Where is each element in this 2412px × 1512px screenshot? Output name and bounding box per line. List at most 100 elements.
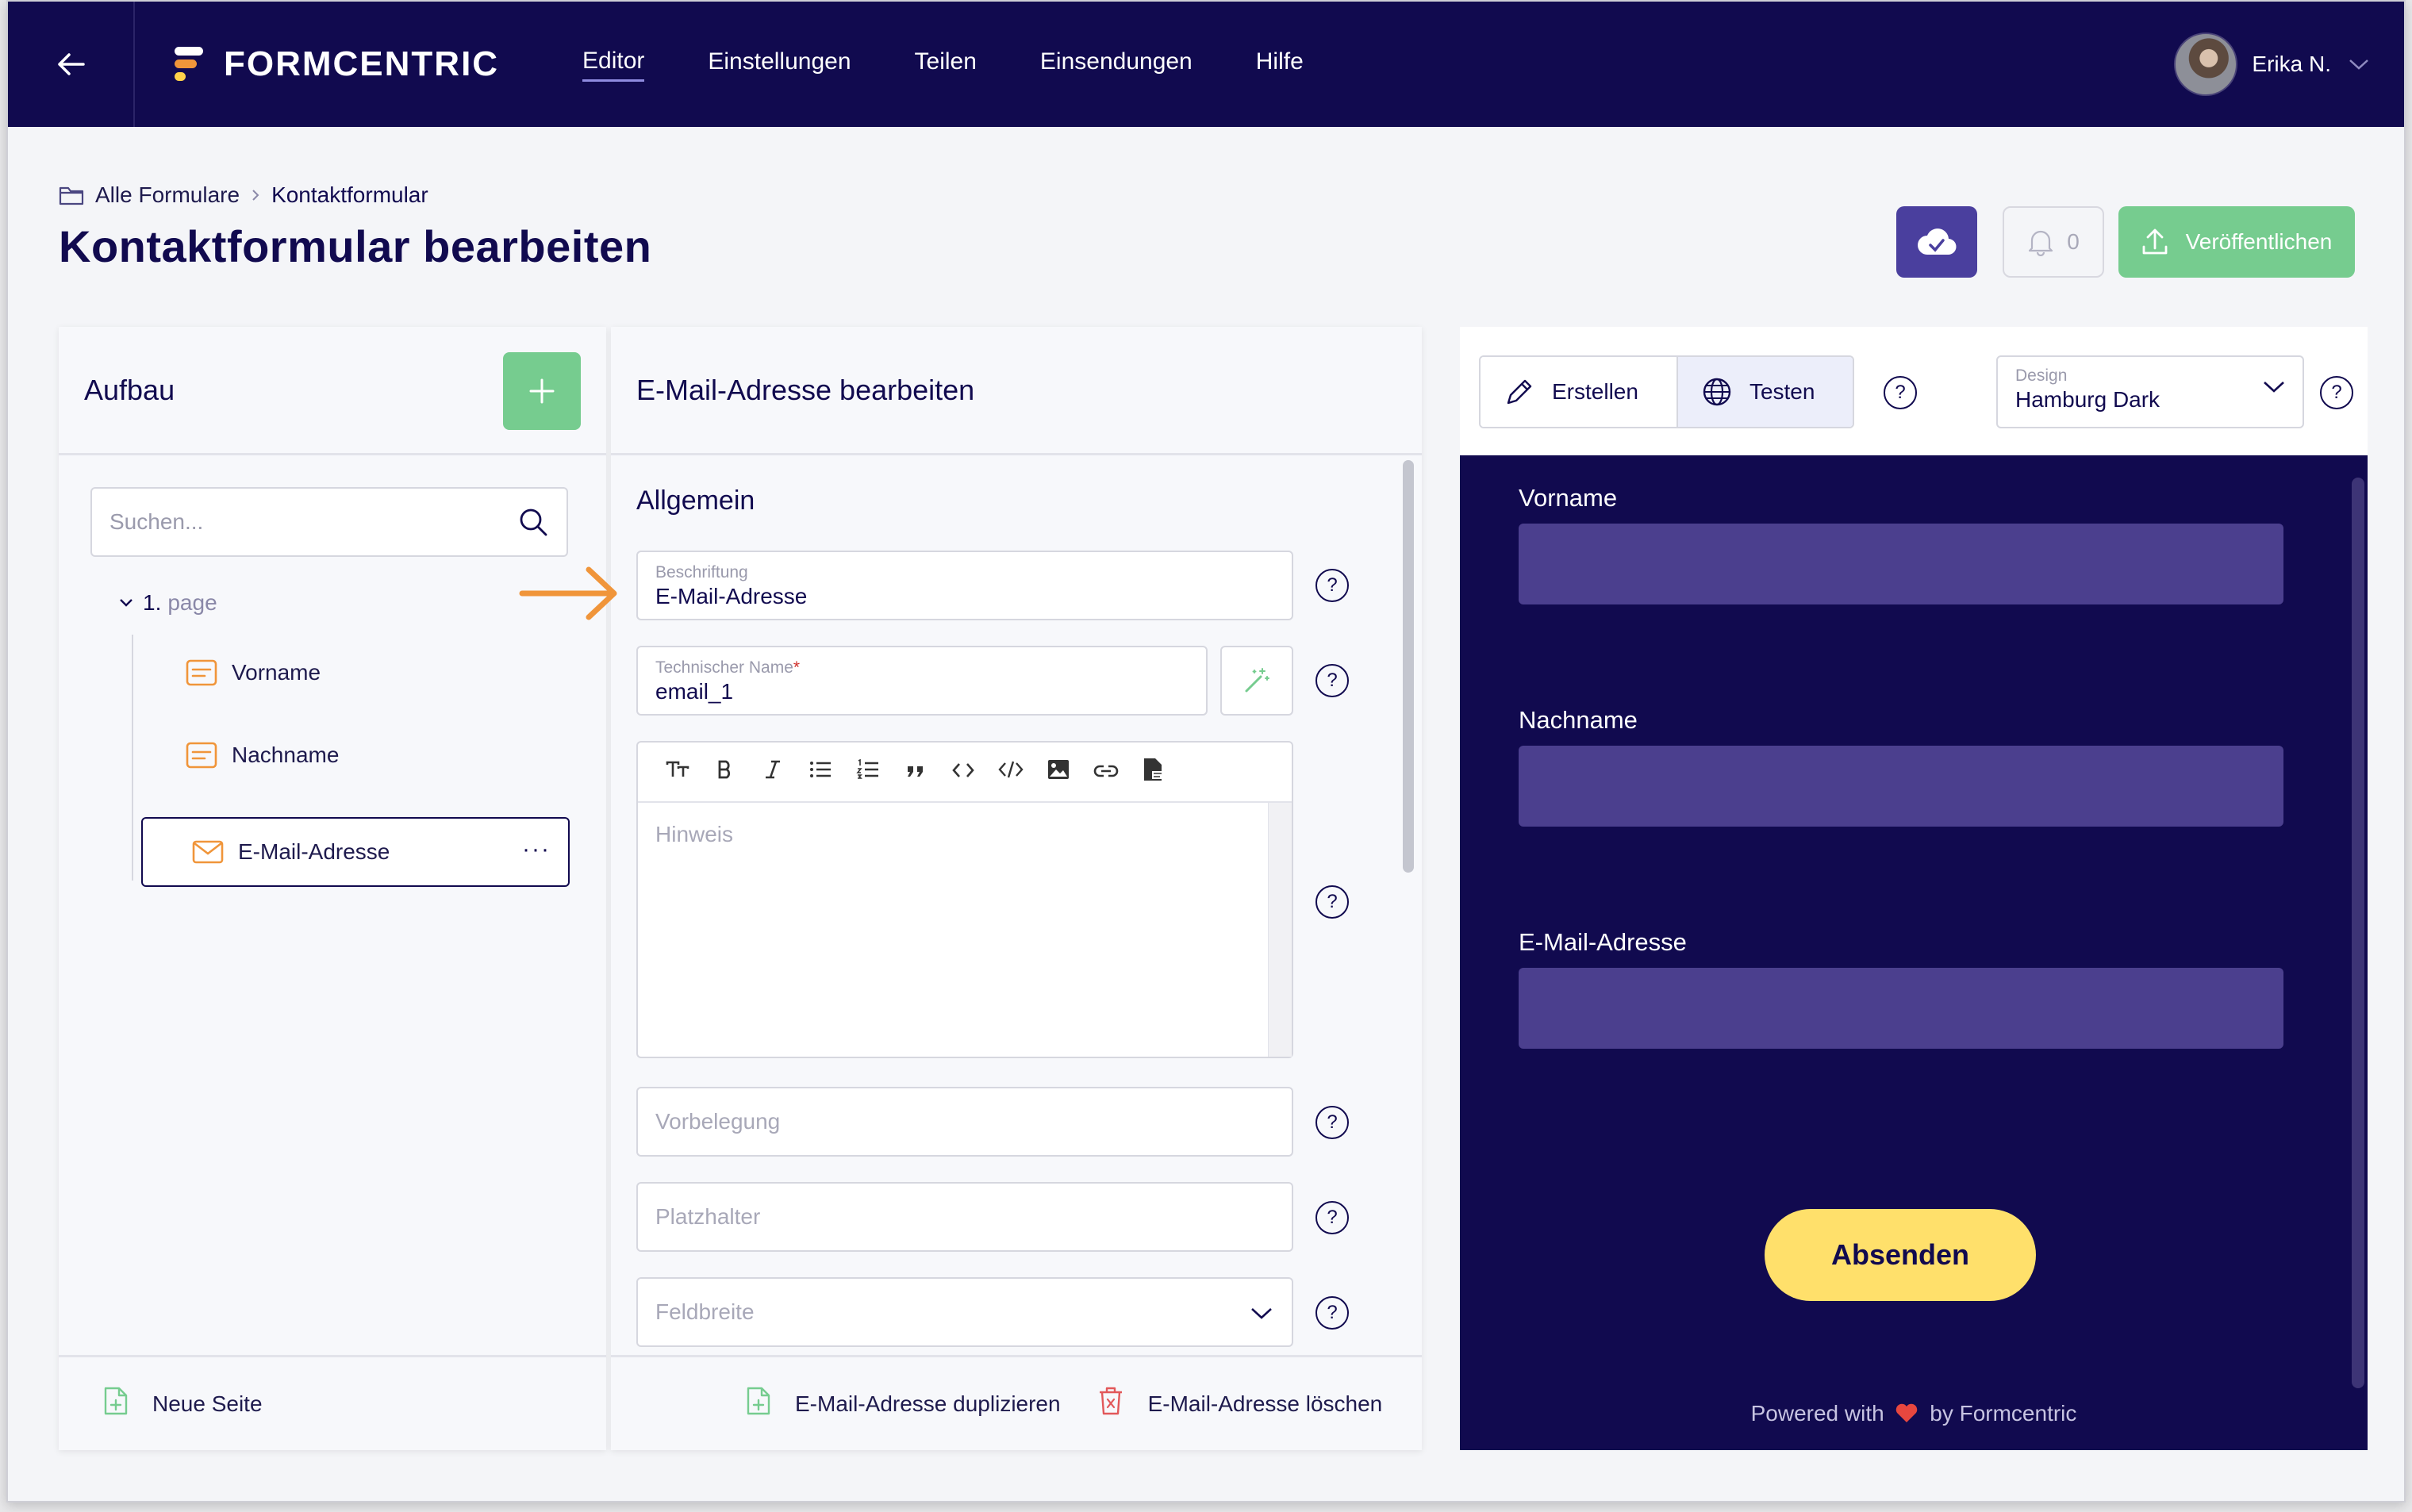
avatar [2174,33,2238,96]
caption-help-icon[interactable]: ? [1315,569,1349,602]
placeholder-input[interactable]: Platzhalter [636,1182,1293,1252]
structure-header: Aufbau [59,327,606,455]
design-value: Hamburg Dark [2015,387,2160,412]
chevron-right-icon [252,190,259,201]
hint-help-icon[interactable]: ? [1315,885,1349,919]
preview-label-nachname: Nachname [1519,706,1638,734]
technical-name-help-icon[interactable]: ? [1315,664,1349,697]
technical-name-field[interactable]: Technischer Name* email_1 [636,646,1208,716]
nav-share[interactable]: Teilen [915,48,977,80]
arrow-right-icon [519,566,617,620]
technical-name-value: email_1 [655,679,734,704]
back-button[interactable] [8,2,135,127]
brand-logo[interactable]: FORMCENTRIC [175,44,499,84]
design-help-icon[interactable]: ? [2320,376,2353,409]
more-options-icon[interactable]: ··· [522,836,551,863]
nav-help[interactable]: Hilfe [1256,48,1304,80]
editor-toolbar [638,743,1292,803]
mode-switch: Erstellen Testen [1479,355,1855,428]
bell-icon [2029,230,2053,256]
chevron-down-icon [2264,382,2284,393]
structure-title: Aufbau [84,373,175,406]
italic-icon[interactable] [749,759,797,785]
submit-button[interactable]: Absenden [1765,1209,2036,1301]
preview-input-email[interactable] [1519,968,2283,1049]
default-value-placeholder: Vorbelegung [655,1109,781,1134]
image-icon[interactable] [1035,759,1082,785]
publish-label: Veröffentlichen [2185,229,2333,254]
design-select[interactable]: Design Hamburg Dark [1996,355,2304,428]
add-page-icon [103,1386,129,1422]
generate-name-button[interactable] [1220,646,1293,716]
default-value-input[interactable]: Vorbelegung [636,1087,1293,1157]
text-size-icon[interactable] [654,760,701,785]
formcentric-logo-icon [175,45,206,83]
field-width-select[interactable]: Feldbreite [636,1277,1293,1347]
default-value-help-icon[interactable]: ? [1315,1106,1349,1139]
tree-item-label: Nachname [232,743,340,767]
preview-input-vorname[interactable] [1519,524,2283,604]
preview-header: Erstellen Testen ? Design Hamburg Dark ? [1460,327,2368,455]
bold-icon[interactable] [701,759,749,785]
html-code-icon[interactable] [987,760,1035,785]
field-editor-footer: E-Mail-Adresse duplizieren E-Mail-Adress… [611,1355,1422,1450]
hint-rich-text-editor[interactable]: Hinweis [636,741,1293,1058]
tree-item-email[interactable]: E-Mail-Adresse ··· [141,817,570,887]
pencil-icon [1507,379,1532,405]
quote-icon[interactable] [892,760,939,785]
field-width-help-icon[interactable]: ? [1315,1296,1349,1330]
chevron-down-icon[interactable] [119,598,133,608]
save-cloud-button[interactable] [1896,206,1977,278]
scrollbar[interactable] [1403,460,1414,873]
tab-test[interactable]: Testen [1676,357,1853,427]
tree-connector [132,635,133,881]
delete-field-button[interactable]: E-Mail-Adresse löschen [1148,1391,1383,1417]
tab-create[interactable]: Erstellen [1481,357,1676,427]
design-label: Design [2015,366,2068,385]
preview-scrollbar[interactable] [2352,478,2364,1388]
notifications-button[interactable]: 0 [2003,206,2104,278]
add-element-button[interactable] [503,352,581,430]
tree-item-nachname[interactable]: Nachname [146,720,339,790]
new-page-button[interactable]: Neue Seite [152,1391,263,1417]
user-menu[interactable]: Erika N. [2174,30,2369,98]
editor-scrollbar[interactable] [1268,803,1292,1057]
mode-help-icon[interactable]: ? [1884,376,1917,409]
breadcrumb-all-forms[interactable]: Alle Formulare [95,182,240,208]
structure-footer: Neue Seite [59,1355,606,1450]
tree-item-vorname[interactable]: Vorname [146,638,321,708]
placeholder-help-icon[interactable]: ? [1315,1201,1349,1234]
page-number: 1. [143,590,162,615]
magic-wand-icon [1245,668,1269,693]
tree-page-node[interactable]: 1. page [119,590,217,616]
placeholder-placeholder: Platzhalter [655,1204,761,1229]
link-icon[interactable] [1082,760,1130,785]
field-editor-title: E-Mail-Adresse bearbeiten [636,373,975,406]
form-preview: Vorname Nachname E-Mail-Adresse Absenden… [1460,455,2368,1450]
nav-editor[interactable]: Editor [582,48,645,82]
header-actions: 0 Veröffentlichen [1896,206,2355,278]
preview-label-vorname: Vorname [1519,484,1618,512]
search-icon[interactable] [517,506,549,543]
search-placeholder: Suchen... [109,509,204,534]
pdf-file-icon[interactable] [1130,757,1177,788]
plus-icon [529,378,555,404]
top-navigation: FORMCENTRIC Editor Einstellungen Teilen … [8,2,2404,127]
nav-submissions[interactable]: Einsendungen [1040,48,1193,80]
folder-icon [59,186,84,205]
structure-search-input[interactable]: Suchen... [90,487,568,557]
caption-field[interactable]: Beschriftung E-Mail-Adresse [636,551,1293,620]
structure-panel: Aufbau Suchen... 1. page Vorname Nachnam… [59,327,606,1450]
brand-name: FORMCENTRIC [224,44,500,83]
code-icon[interactable] [939,760,987,785]
preview-input-nachname[interactable] [1519,746,2283,827]
nav-settings[interactable]: Einstellungen [708,48,851,80]
publish-button[interactable]: Veröffentlichen [2118,206,2355,278]
bullet-list-icon[interactable] [797,760,844,785]
numbered-list-icon[interactable] [844,758,892,785]
tree-item-label: E-Mail-Adresse [238,839,390,864]
duplicate-field-button[interactable]: E-Mail-Adresse duplizieren [795,1391,1061,1417]
hint-placeholder: Hinweis [655,822,734,846]
section-general-title: Allgemein [636,485,755,516]
notifications-count: 0 [2067,229,2080,254]
